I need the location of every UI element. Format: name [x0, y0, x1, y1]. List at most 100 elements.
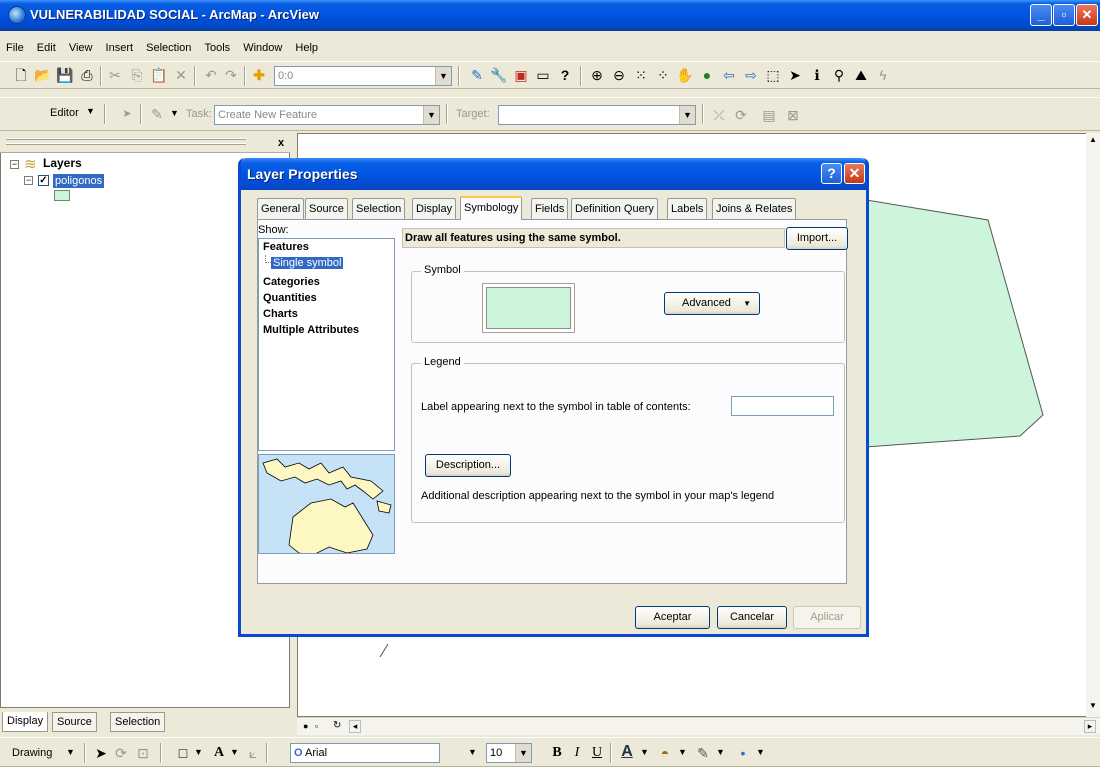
collapse-icon[interactable]: − [10, 160, 19, 169]
tab-symbology[interactable]: Symbology [460, 196, 523, 220]
rectangle-icon[interactable]: □ [174, 744, 192, 762]
toolbox-icon[interactable]: ▣ [512, 66, 530, 84]
forward-extent-icon[interactable]: ⇨ [742, 66, 760, 84]
tab-labels[interactable]: Labels [667, 198, 708, 219]
cut-icon[interactable]: ✂ [106, 66, 124, 84]
add-data-icon[interactable]: ✚ [250, 66, 268, 84]
menu-selection[interactable]: Selection [140, 38, 195, 54]
fill-color-icon[interactable]: ◓ [656, 744, 674, 762]
horizontal-scrollbar[interactable]: ● ▫ ↻ ◂ ▸ [297, 717, 1100, 735]
scroll-right-icon[interactable]: ▸ [1084, 720, 1096, 733]
paste-icon[interactable]: 📋 [150, 66, 168, 84]
marker-color-icon[interactable]: • [734, 744, 752, 762]
maximize-button[interactable]: ▫ [1053, 4, 1075, 26]
show-item-features[interactable]: Features [263, 241, 309, 253]
new-document-icon[interactable]: 🗋 [12, 66, 30, 84]
arctoolbox-icon[interactable]: 🔧 [490, 66, 508, 84]
help-icon[interactable]: ? [821, 163, 842, 184]
minimize-button[interactable]: _ [1030, 4, 1052, 26]
menu-edit[interactable]: Edit [31, 38, 60, 54]
save-icon[interactable]: 💾 [56, 66, 74, 84]
menu-help[interactable]: Help [289, 38, 322, 54]
tab-source[interactable]: Source [305, 198, 348, 219]
show-item-categories[interactable]: Categories [263, 276, 320, 288]
tab-selection[interactable]: Selection [352, 198, 406, 219]
ok-button[interactable]: Aceptar [635, 606, 710, 629]
tab-display[interactable]: Display [2, 712, 49, 732]
zoom-out-icon[interactable]: ⊖ [610, 66, 628, 84]
tab-display[interactable]: Display [412, 198, 457, 219]
line-color-icon[interactable]: ✎ [694, 744, 712, 762]
find-icon[interactable]: ⚲ [830, 66, 848, 84]
hyperlink-icon[interactable]: ϟ [874, 66, 892, 84]
sketch-tool-icon[interactable]: ✎ [148, 105, 166, 123]
select-elements-icon[interactable]: ➤ [92, 744, 110, 762]
zoom-whole-page-icon[interactable]: ⊡ [134, 744, 152, 762]
show-item-multiple-attributes[interactable]: Multiple Attributes [263, 324, 359, 336]
close-icon[interactable]: x [278, 137, 284, 149]
editor-menu[interactable]: Editor [50, 107, 79, 119]
close-icon[interactable]: ✕ [844, 163, 865, 184]
underline-button[interactable]: U [588, 744, 606, 762]
measure-icon[interactable]: ⛰ [852, 66, 870, 84]
legend-label-input[interactable] [731, 396, 834, 416]
attributes-icon[interactable]: ▤ [760, 106, 778, 124]
text-tool-icon[interactable]: A [210, 744, 228, 762]
symbol-button[interactable] [482, 283, 575, 333]
undo-icon[interactable]: ↶ [202, 66, 220, 84]
delete-icon[interactable]: ✕ [172, 66, 190, 84]
identify-icon[interactable]: ℹ [808, 66, 826, 84]
scroll-down-icon[interactable]: ▼ [1089, 701, 1097, 710]
tab-joins-relates[interactable]: Joins & Relates [712, 198, 797, 219]
fixed-zoom-in-icon[interactable]: ⁙ [632, 66, 650, 84]
print-icon[interactable]: ⎙ [78, 66, 96, 84]
tab-selection[interactable]: Selection [110, 712, 166, 732]
show-item-charts[interactable]: Charts [263, 308, 298, 320]
open-folder-icon[interactable]: 📂 [34, 66, 52, 84]
menu-file[interactable]: File [0, 38, 28, 54]
layers-root[interactable]: Layers [43, 156, 82, 170]
font-combo[interactable]: O Arial [290, 743, 440, 763]
editor-toolbar-icon[interactable]: ✎ [468, 66, 486, 84]
bold-button[interactable]: B [548, 744, 566, 762]
drawing-menu[interactable]: Drawing [12, 747, 52, 759]
close-button[interactable]: ✕ [1076, 4, 1098, 26]
font-size-combo[interactable]: 10 ▼ [486, 743, 532, 763]
sketch-properties-icon[interactable]: ⊠ [784, 106, 802, 124]
layer-symbol-swatch[interactable] [54, 190, 70, 201]
import-button[interactable]: Import... [786, 227, 848, 250]
map-scale-combo[interactable]: 0:0 ▼ [274, 66, 452, 86]
collapse-icon[interactable]: − [24, 176, 33, 185]
italic-button[interactable]: I [568, 744, 586, 762]
target-combo[interactable]: ▼ [498, 105, 696, 125]
advanced-button[interactable]: Advanced ▼ [664, 292, 760, 315]
description-button[interactable]: Description... [425, 454, 511, 477]
tab-definition-query[interactable]: Definition Query [571, 198, 658, 219]
command-line-icon[interactable]: ▭ [534, 66, 552, 84]
apply-button[interactable]: Aplicar [793, 606, 861, 629]
scroll-up-icon[interactable]: ▲ [1089, 135, 1097, 144]
data-view-icon[interactable]: ● [303, 721, 308, 731]
tab-source[interactable]: Source [52, 712, 97, 732]
tab-general[interactable]: General [257, 198, 305, 219]
split-tool-icon[interactable]: ⤫ [710, 106, 728, 124]
redo-icon[interactable]: ↷ [222, 66, 240, 84]
scroll-left-icon[interactable]: ◂ [349, 720, 361, 733]
copy-icon[interactable]: ⎘ [128, 66, 146, 84]
full-extent-icon[interactable]: ● [698, 66, 716, 84]
edit-tool-icon[interactable]: ➤ [118, 105, 136, 123]
refresh-icon[interactable]: ↻ [333, 720, 341, 731]
whats-this-icon[interactable]: ? [556, 66, 574, 84]
back-extent-icon[interactable]: ⇦ [720, 66, 738, 84]
task-combo[interactable]: Create New Feature ▼ [214, 105, 440, 125]
menu-window[interactable]: Window [237, 38, 286, 54]
pan-icon[interactable]: ✋ [676, 66, 694, 84]
layer-name[interactable]: poligonos [53, 174, 105, 188]
tab-fields[interactable]: Fields [531, 198, 569, 219]
vertical-scrollbar[interactable]: ▲ ▼ [1086, 133, 1100, 717]
font-color-icon[interactable]: A [618, 743, 636, 761]
cancel-button[interactable]: Cancelar [717, 606, 787, 629]
edit-vertices-icon[interactable]: ⟀ [244, 744, 262, 762]
rotate-icon[interactable]: ⟳ [112, 744, 130, 762]
rotate-tool-icon[interactable]: ⟳ [732, 106, 750, 124]
